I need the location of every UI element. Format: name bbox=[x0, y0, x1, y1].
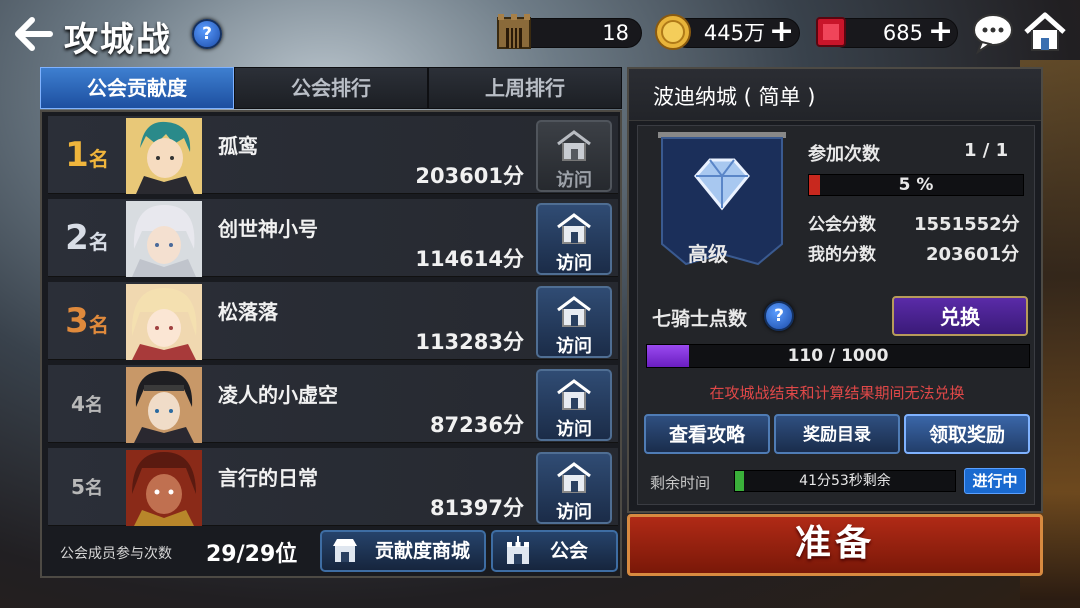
shop-stall-icon bbox=[333, 539, 357, 562]
exchange-notice: 在攻城战结束和计算结果期间无法兑换 bbox=[709, 384, 965, 402]
player-score: 87236分 bbox=[429, 413, 524, 437]
ranking-row: 3名 松落落 113283分 访问 bbox=[48, 282, 618, 360]
guild-score-label: 公会分数 bbox=[808, 215, 876, 235]
visit-button[interactable]: 访问 bbox=[536, 120, 612, 192]
list-footer: 公会成员参与次数 29/29位 贡献度商城 公会 bbox=[48, 526, 618, 574]
house-icon bbox=[557, 213, 591, 244]
visit-button[interactable]: 访问 bbox=[536, 369, 612, 441]
add-gold-button[interactable]: + bbox=[769, 17, 794, 47]
player-avatar bbox=[126, 450, 202, 526]
ranking-row: 1名 孤鸾 203601分 访问 bbox=[48, 116, 618, 194]
visit-button[interactable]: 访问 bbox=[536, 286, 612, 358]
visit-button[interactable]: 访问 bbox=[536, 203, 612, 275]
player-score: 114614分 bbox=[415, 247, 524, 271]
player-avatar bbox=[126, 284, 202, 360]
player-name: 松落落 bbox=[218, 300, 278, 324]
knight-help-icon[interactable]: ? bbox=[764, 301, 794, 331]
player-name: 言行的日常 bbox=[218, 466, 318, 490]
status-badge: 进行中 bbox=[964, 468, 1026, 494]
castle-info-panel: 波迪纳城 ( 简单 ) 高级 参加次数 1 / 1 5 % 公会分数 15515… bbox=[627, 67, 1043, 513]
gold-coin-icon bbox=[655, 14, 691, 50]
guild-score-value: 1551552分 bbox=[914, 214, 1020, 235]
rank-label: 4名 bbox=[71, 392, 103, 416]
claim-reward-button[interactable]: 领取奖励 bbox=[904, 414, 1030, 454]
player-score: 81397分 bbox=[429, 496, 524, 520]
remaining-time-bar: 41分53秒剩余 bbox=[734, 470, 956, 492]
knight-points-text: 110 / 1000 bbox=[787, 346, 889, 366]
house-icon bbox=[557, 462, 591, 493]
exchange-button[interactable]: 兑换 bbox=[892, 296, 1028, 336]
tab-guild-ranking[interactable]: 公会排行 bbox=[234, 67, 428, 109]
guild-button[interactable]: 公会 bbox=[491, 530, 618, 572]
view-guide-button[interactable]: 查看攻略 bbox=[644, 414, 770, 454]
rank-label: 1名 bbox=[65, 135, 109, 175]
player-score: 113283分 bbox=[415, 330, 524, 354]
my-score-label: 我的分数 bbox=[808, 245, 876, 265]
visit-button[interactable]: 访问 bbox=[536, 452, 612, 524]
help-icon[interactable]: ? bbox=[192, 19, 222, 49]
ranking-tabs: 公会贡献度 公会排行 上周排行 bbox=[40, 67, 622, 109]
remaining-time-text: 41分53秒剩余 bbox=[799, 473, 891, 489]
remaining-time-label: 剩余时间 bbox=[650, 474, 711, 492]
difficulty-level: 高级 bbox=[688, 242, 728, 266]
player-avatar bbox=[126, 118, 202, 194]
player-avatar bbox=[126, 201, 202, 277]
house-icon bbox=[557, 379, 591, 410]
add-gem-button[interactable]: + bbox=[928, 17, 953, 47]
home-icon[interactable] bbox=[1022, 10, 1068, 56]
chat-icon[interactable] bbox=[970, 10, 1016, 56]
page-title: 攻城战 bbox=[64, 20, 172, 60]
ranking-list-panel: 1名 孤鸾 203601分 访问 2名 创世神小号 114614分 访问 3名 … bbox=[40, 110, 622, 578]
tab-guild-contribution[interactable]: 公会贡献度 bbox=[40, 67, 234, 109]
ranking-row: 2名 创世神小号 114614分 访问 bbox=[48, 199, 618, 277]
player-avatar bbox=[126, 367, 202, 443]
participation-count: 29/29位 bbox=[206, 542, 298, 567]
ruby-gem-icon bbox=[816, 17, 846, 47]
contribution-shop-button[interactable]: 贡献度商城 bbox=[320, 530, 486, 572]
rank-label: 5名 bbox=[71, 475, 103, 499]
player-name: 凌人的小虚空 bbox=[218, 383, 338, 407]
ranking-row: 4名 凌人的小虚空 87236分 访问 bbox=[48, 365, 618, 443]
back-arrow-icon[interactable] bbox=[12, 14, 54, 54]
knight-points-bar: 110 / 1000 bbox=[646, 344, 1030, 368]
castle-gate-icon bbox=[497, 14, 531, 49]
reward-list-button[interactable]: 奖励目录 bbox=[774, 414, 900, 454]
participation-count-value: 1 / 1 bbox=[964, 140, 1009, 161]
guild-castle-icon bbox=[507, 536, 529, 564]
house-icon bbox=[557, 296, 591, 327]
top-bar: 攻城战 ? 18 445万 + 685 + bbox=[0, 0, 1080, 66]
my-score-value: 203601分 bbox=[926, 244, 1020, 265]
prepare-button[interactable]: 准备 bbox=[627, 514, 1043, 576]
participation-progress-text: 5 % bbox=[898, 175, 934, 195]
participation-progress-bar: 5 % bbox=[808, 174, 1024, 196]
rank-label: 3名 bbox=[65, 301, 109, 341]
castle-name: 波迪纳城 ( 简单 ) bbox=[629, 69, 1041, 121]
player-name: 创世神小号 bbox=[218, 217, 318, 241]
rank-label: 2名 bbox=[65, 218, 109, 258]
player-name: 孤鸾 bbox=[218, 134, 258, 158]
knight-points-label: 七骑士点数 bbox=[652, 308, 748, 330]
ranking-row: 5名 言行的日常 81397分 访问 bbox=[48, 448, 618, 526]
castle-details: 高级 参加次数 1 / 1 5 % 公会分数 1551552分 我的分数 203… bbox=[637, 125, 1035, 505]
participation-label: 公会成员参与次数 bbox=[60, 546, 172, 562]
player-score: 203601分 bbox=[415, 164, 524, 188]
house-icon bbox=[557, 130, 591, 161]
participation-count-label: 参加次数 bbox=[808, 144, 880, 165]
tab-last-week-ranking[interactable]: 上周排行 bbox=[428, 67, 622, 109]
